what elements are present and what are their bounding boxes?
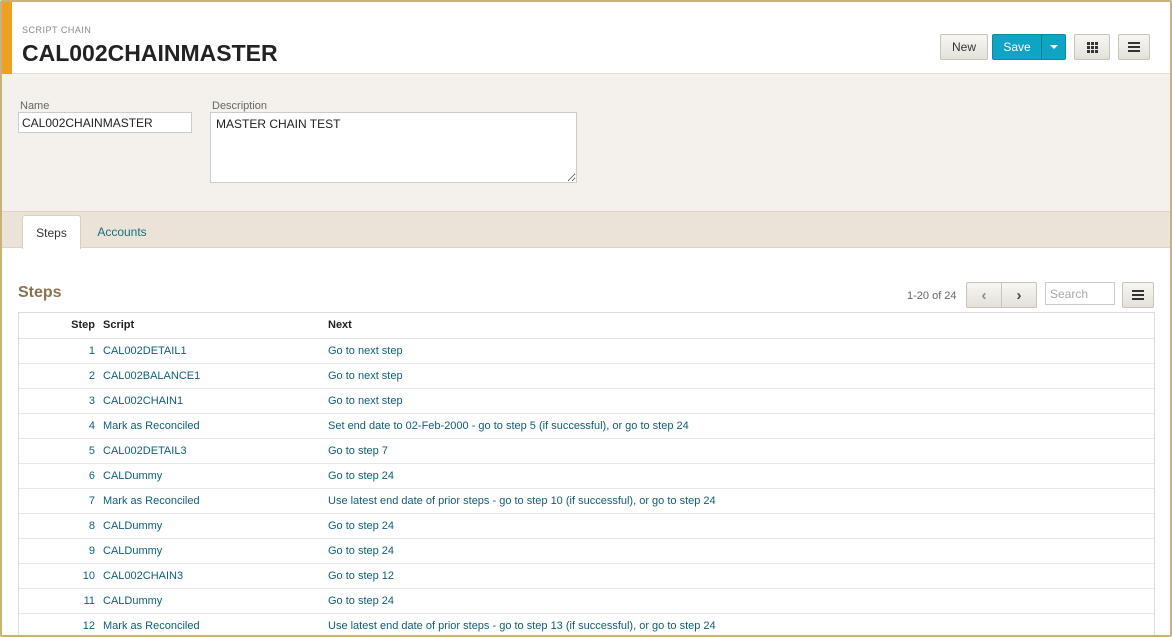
save-button[interactable]: Save [992,34,1042,60]
table-row[interactable]: 5 CAL002DETAIL3 Go to step 7 [19,438,1154,464]
steps-section-title: Steps [18,284,62,301]
next-action-link[interactable]: Go to step 12 [324,563,1154,589]
pager-count: 1-20 of 24 [907,290,957,302]
next-action-link[interactable]: Go to step 24 [324,588,1154,614]
caret-down-icon [1049,45,1058,49]
previous-page-button[interactable]: ‹ [966,282,1002,308]
grid-icon [1086,41,1098,53]
column-header-step[interactable]: Step [19,313,99,339]
script-link[interactable]: CALDummy [99,538,324,564]
next-action-link[interactable]: Go to next step [324,338,1154,364]
table-row[interactable]: 2 CAL002BALANCE1 Go to next step [19,363,1154,389]
step-cell: 2 [19,363,99,389]
table-row[interactable]: 11 CALDummy Go to step 24 [19,588,1154,614]
next-action-link[interactable]: Use latest end date of prior steps - go … [324,488,1154,514]
chevron-left-icon: ‹ [981,286,987,304]
name-label: Name [20,100,50,112]
description-field[interactable]: MASTER CHAIN TEST [210,112,577,183]
column-header-next[interactable]: Next [324,313,1154,339]
steps-table-body: 1 CAL002DETAIL1 Go to next step 2 CAL002BALA… [19,338,1154,635]
step-cell: 10 [19,563,99,589]
next-action-link[interactable]: Go to next step [324,363,1154,389]
accent-bar [2,2,12,74]
step-cell: 6 [19,463,99,489]
steps-table-container: Step Script Next 1 CAL002DETAIL1 Go to nex… [18,312,1155,635]
script-link[interactable]: CALDummy [99,463,324,489]
step-cell: 12 [19,613,99,635]
description-label: Description [212,100,268,112]
next-action-link[interactable]: Go to step 24 [324,538,1154,564]
table-row[interactable]: 12 Mark as Reconciled Use latest end date … [19,613,1154,635]
script-link[interactable]: CAL002CHAIN3 [99,563,324,589]
script-link[interactable]: CAL002DETAIL3 [99,438,324,464]
step-cell: 3 [19,388,99,414]
tab-steps[interactable]: Steps [22,215,81,249]
step-cell: 11 [19,588,99,614]
script-link[interactable]: Mark as Reconciled [99,488,324,514]
step-cell: 7 [19,488,99,514]
column-header-script[interactable]: Script [99,313,324,339]
table-row[interactable]: 7 Mark as Reconciled Use latest end date o… [19,488,1154,514]
next-action-link[interactable]: Go to step 7 [324,438,1154,464]
step-cell: 1 [19,338,99,364]
save-options-button[interactable] [1041,34,1066,60]
actions-menu-button[interactable] [1118,34,1150,60]
next-action-link[interactable]: Go to step 24 [324,463,1154,489]
hamburger-icon [1132,290,1144,300]
table-row[interactable]: 4 Mark as Reconciled Set end date to 02-Fe… [19,413,1154,439]
next-action-link[interactable]: Set end date to 02-Feb-2000 - go to step… [324,413,1154,439]
table-header-row: Step Script Next [19,313,1154,339]
grid-view-button[interactable] [1074,34,1110,60]
script-link[interactable]: CALDummy [99,588,324,614]
table-row[interactable]: 10 CAL002CHAIN3 Go to step 12 [19,563,1154,589]
script-link[interactable]: CAL002BALANCE1 [99,363,324,389]
table-row[interactable]: 3 CAL002CHAIN1 Go to next step [19,388,1154,414]
tab-accounts[interactable]: Accounts [84,215,160,249]
step-cell: 5 [19,438,99,464]
step-cell: 9 [19,538,99,564]
script-link[interactable]: CAL002DETAIL1 [99,338,324,364]
next-action-link[interactable]: Go to next step [324,388,1154,414]
page-title: CAL002CHAINMASTER [22,40,278,66]
next-page-button[interactable]: › [1001,282,1037,308]
chevron-right-icon: › [1016,286,1022,304]
name-field[interactable] [18,112,192,133]
new-button[interactable]: New [940,34,988,60]
next-action-link[interactable]: Go to step 24 [324,513,1154,539]
search-input[interactable] [1045,282,1115,305]
next-action-link[interactable]: Use latest end date of prior steps - go … [324,613,1154,635]
step-cell: 8 [19,513,99,539]
table-row[interactable]: 6 CALDummy Go to step 24 [19,463,1154,489]
script-link[interactable]: Mark as Reconciled [99,413,324,439]
page-header: SCRIPT CHAIN CAL002CHAINMASTER New Save [2,2,1170,74]
app-frame: SCRIPT CHAIN CAL002CHAINMASTER New Save … [0,0,1172,637]
script-link[interactable]: CALDummy [99,513,324,539]
step-cell: 4 [19,413,99,439]
table-row[interactable]: 8 CALDummy Go to step 24 [19,513,1154,539]
script-link[interactable]: Mark as Reconciled [99,613,324,635]
table-row[interactable]: 1 CAL002DETAIL1 Go to next step [19,338,1154,364]
record-form: Name Description MASTER CHAIN TEST [2,74,1170,211]
hamburger-icon [1128,42,1140,52]
list-menu-button[interactable] [1122,282,1154,308]
steps-table: Step Script Next 1 CAL002DETAIL1 Go to nex… [19,313,1154,635]
table-row[interactable]: 9 CALDummy Go to step 24 [19,538,1154,564]
record-type-label: SCRIPT CHAIN [22,25,92,35]
tabs-bar: Steps Accounts [2,211,1170,249]
script-link[interactable]: CAL002CHAIN1 [99,388,324,414]
